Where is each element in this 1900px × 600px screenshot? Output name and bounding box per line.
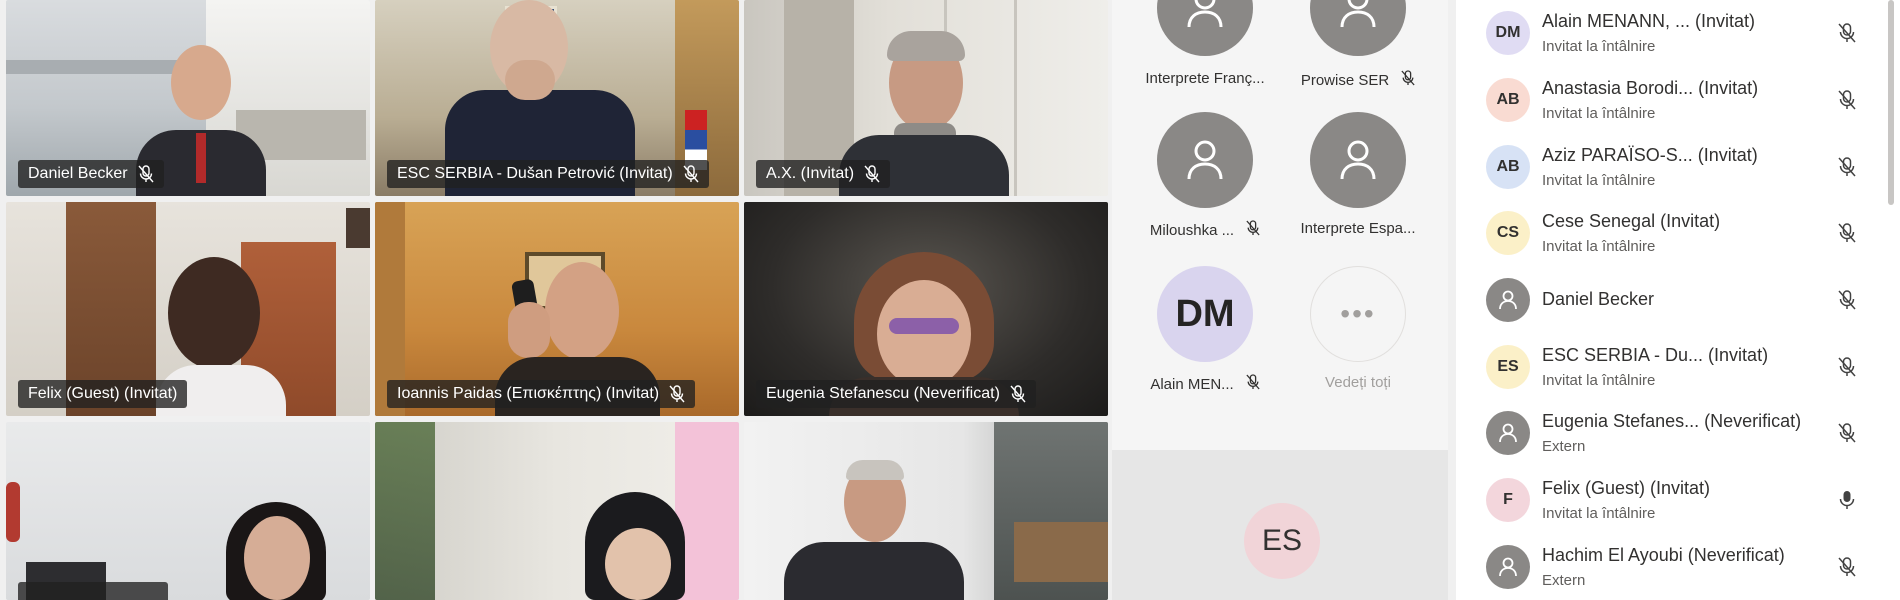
video-tile[interactable]: A.X. (Invitat)	[744, 0, 1108, 196]
roster-name: Prowise SER	[1283, 70, 1433, 90]
participant-name: Felix (Guest) (Invitat)	[1542, 478, 1711, 498]
mic-off-icon[interactable]	[1836, 89, 1858, 111]
mic-off-icon[interactable]	[1836, 556, 1858, 578]
video-tile[interactable]: ESC SERBIA - Dušan Petrović (Invitat)	[375, 0, 739, 196]
person-avatar-icon	[1310, 0, 1406, 56]
participant-name: Daniel Becker	[1542, 289, 1655, 309]
video-nameplate	[18, 582, 168, 600]
meeting-window: Daniel Becker ESC SERBIA - Dušan Petrovi…	[0, 0, 1900, 600]
participant-row[interactable]: F Felix (Guest) (Invitat) Invitat la întâl…	[1456, 467, 1900, 534]
roster-name: Interprete Franç...	[1145, 70, 1265, 87]
participant-name: ESC SERBIA - Dušan Petrović (Invitat)	[397, 165, 673, 182]
participant-status: Invitat la întâlnire	[1542, 105, 1656, 122]
participant-name: Eugenia Stefanescu (Neverificat)	[766, 385, 1000, 402]
participant-status: Invitat la întâlnire	[1542, 372, 1656, 389]
person-avatar-icon	[1486, 545, 1530, 589]
mic-off-icon[interactable]	[1836, 289, 1858, 311]
mic-off-icon	[1246, 374, 1260, 394]
participant-name: A.X. (Invitat)	[766, 165, 855, 182]
participant-avatar: AB	[1486, 145, 1530, 189]
participant-row[interactable]: CS Cese Senegal (Invitat) Invitat la întâl…	[1456, 200, 1900, 267]
participant-status: Invitat la întâlnire	[1542, 172, 1656, 189]
participant-status: Extern	[1542, 572, 1586, 589]
participant-name: Cese Senegal (Invitat)	[1542, 211, 1721, 231]
person-avatar-icon	[1486, 411, 1530, 455]
participant-name: ESC SERBIA - Du... (Invitat)	[1542, 345, 1769, 365]
mic-off-icon	[1401, 70, 1415, 90]
mic-off-icon[interactable]	[1836, 156, 1858, 178]
roster-participant[interactable]: Miloushka ...	[1130, 112, 1280, 252]
video-nameplate: Ioannis Paidas (Επισκέπτης) (Invitat)	[387, 380, 696, 408]
participant-row[interactable]: AB Anastasia Borodi... (Invitat) Invitat l…	[1456, 67, 1900, 134]
mic-on-icon[interactable]	[1836, 489, 1858, 511]
see-all-label: Vedeți toți	[1325, 374, 1391, 391]
see-all-button[interactable]: ••• Vedeți toți	[1283, 266, 1433, 406]
participants-list: DM Alain MENANN, ... (Invitat) Invitat la …	[1456, 0, 1900, 600]
participant-row[interactable]: Eugenia Stefanes... (Neverificat) Extern	[1456, 400, 1900, 467]
participant-avatar: F	[1486, 478, 1530, 522]
video-tile[interactable]	[744, 422, 1108, 600]
mic-off-icon[interactable]	[1836, 22, 1858, 44]
video-tile[interactable]: Ioannis Paidas (Επισκέπτης) (Invitat)	[375, 202, 739, 416]
participant-row[interactable]: AB Aziz PARAÏSO-S... (Invitat) Invitat la …	[1456, 134, 1900, 201]
participant-avatar: ES	[1486, 345, 1530, 389]
video-nameplate: A.X. (Invitat)	[756, 160, 891, 188]
participant-name: Eugenia Stefanes... (Neverificat)	[1542, 411, 1802, 431]
roster-name: Alain MEN...	[1130, 374, 1280, 394]
participant-video	[206, 502, 356, 600]
participant-status: Invitat la întâlnire	[1542, 238, 1656, 255]
video-tile[interactable]	[375, 422, 739, 600]
focused-avatar: ES	[1244, 503, 1320, 579]
person-avatar-icon	[1157, 0, 1253, 56]
participant-name: Alain MENANN, ... (Invitat)	[1542, 11, 1756, 31]
more-options-icon: •••	[1310, 266, 1406, 362]
video-nameplate: ESC SERBIA - Dušan Petrović (Invitat)	[387, 160, 709, 188]
video-nameplate: Daniel Becker	[18, 160, 164, 188]
roster-participant[interactable]: Interprete Espa...	[1283, 112, 1433, 252]
mic-off-icon	[864, 165, 880, 183]
participant-avatar: DM	[1486, 11, 1530, 55]
participant-row[interactable]: Hachim El Ayoubi (Neverificat) Extern	[1456, 534, 1900, 600]
roster-name: Interprete Espa...	[1300, 220, 1416, 237]
video-tile[interactable]: Felix (Guest) (Invitat)	[6, 202, 370, 416]
participant-row[interactable]: ES ESC SERBIA - Du... (Invitat) Invitat la…	[1456, 334, 1900, 401]
participant-row[interactable]: Daniel Becker	[1456, 267, 1900, 334]
participant-name: Felix (Guest) (Invitat)	[28, 385, 178, 402]
participant-name: Ioannis Paidas (Επισκέπτης) (Invitat)	[397, 385, 660, 402]
video-tile[interactable]	[6, 422, 370, 600]
participant-video	[585, 492, 695, 600]
mic-off-icon	[1246, 220, 1260, 240]
video-nameplate: Eugenia Stefanescu (Neverificat)	[756, 380, 1036, 408]
mic-off-icon[interactable]	[1836, 222, 1858, 244]
participant-row[interactable]: DM Alain MENANN, ... (Invitat) Invitat la …	[1456, 0, 1900, 67]
person-avatar-icon	[1310, 112, 1406, 208]
roster-participant[interactable]: DM Alain MEN...	[1130, 266, 1280, 406]
participant-status: Extern	[1542, 438, 1586, 455]
mic-off-icon	[1010, 385, 1026, 403]
participant-name: Aziz PARAÏSO-S... (Invitat)	[1542, 145, 1758, 165]
person-avatar-icon	[1486, 278, 1530, 322]
participants-scrollbar[interactable]	[1888, 0, 1894, 205]
participant-video	[784, 460, 964, 600]
participant-avatar: AB	[1486, 78, 1530, 122]
participant-avatar: CS	[1486, 211, 1530, 255]
participant-name: Anastasia Borodi... (Invitat)	[1542, 78, 1759, 98]
mic-off-icon[interactable]	[1836, 422, 1858, 444]
video-tile[interactable]: Eugenia Stefanescu (Neverificat)	[744, 202, 1108, 416]
video-tile[interactable]: Daniel Becker	[6, 0, 370, 196]
participant-name: Daniel Becker	[28, 165, 128, 182]
video-nameplate: Felix (Guest) (Invitat)	[18, 380, 188, 408]
mic-off-icon	[138, 165, 154, 183]
participant-status: Invitat la întâlnire	[1542, 505, 1656, 522]
roster-name: Miloushka ...	[1130, 220, 1280, 240]
participant-name: Hachim El Ayoubi (Neverificat)	[1542, 545, 1785, 565]
participant-status: Invitat la întâlnire	[1542, 38, 1656, 55]
mic-off-icon[interactable]	[1836, 356, 1858, 378]
video-grid: Daniel Becker ESC SERBIA - Dušan Petrovi…	[0, 0, 1112, 600]
person-avatar-icon	[1157, 112, 1253, 208]
mic-off-icon	[669, 385, 685, 403]
mic-off-icon	[683, 165, 699, 183]
participant-avatar: DM	[1157, 266, 1253, 362]
